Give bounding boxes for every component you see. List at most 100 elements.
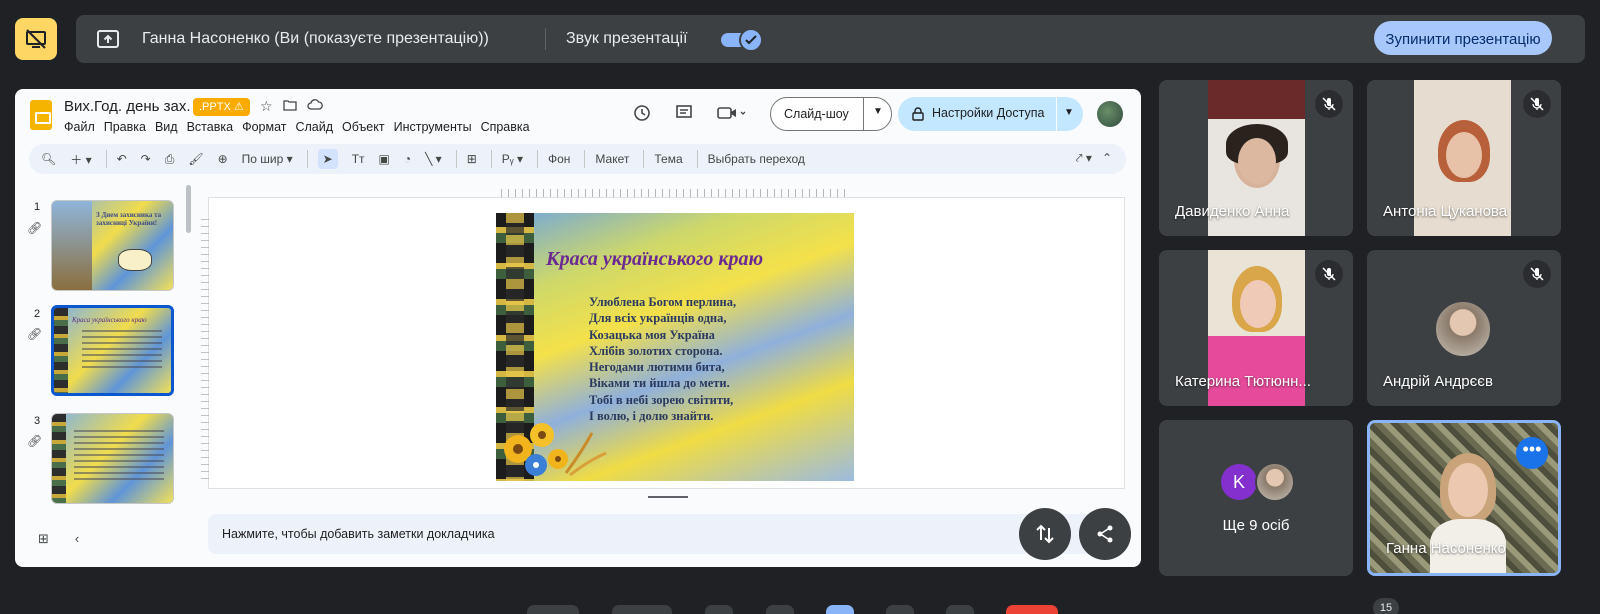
folder-move-icon[interactable] <box>282 98 297 115</box>
presenter-name: Ганна Насоненко (Ви (показуєте презентац… <box>142 30 489 47</box>
menu-object[interactable]: Объект <box>342 120 385 134</box>
present-screen-icon <box>97 30 119 48</box>
menu-bar: Файл Правка Вид Вставка Формат Слайд Объ… <box>64 120 539 134</box>
control-button[interactable] <box>766 605 794 614</box>
zoom-select[interactable]: По шир ▾ <box>242 152 293 166</box>
print-icon[interactable]: ⎙ <box>165 152 175 167</box>
line-icon[interactable]: ╲ ▾ <box>425 152 442 166</box>
collapse-filmstrip-icon[interactable]: ‹ <box>75 531 79 547</box>
lock-icon <box>912 107 924 124</box>
transition-button[interactable]: Выбрать переход <box>708 152 805 166</box>
layout-button[interactable]: Макет <box>595 152 629 166</box>
participant-name: Давиденко Анна <box>1175 203 1290 220</box>
select-cursor-icon[interactable]: ➤ <box>317 149 338 169</box>
more-participants-label: Ще 9 осіб <box>1222 517 1290 534</box>
account-avatar[interactable] <box>1097 101 1123 127</box>
slides-logo-icon[interactable] <box>30 100 52 130</box>
paperclip-icon: 🔗︎ <box>27 221 43 235</box>
divider <box>545 28 546 50</box>
menu-tools[interactable]: Инструменты <box>394 120 472 134</box>
editor-toolbar: 🔍︎ ＋ ▾ ↶ ↷ ⎙ 🖌︎ ⊕ По шир ▾ ➤ Tт ▣ ◔ ╲ ▾ … <box>29 144 1126 174</box>
stop-presenting-button[interactable]: Зупинити презентацію <box>1374 21 1552 55</box>
control-button[interactable] <box>886 605 914 614</box>
leave-call-button[interactable] <box>1006 605 1058 614</box>
presentation-sound-label: Звук презентації <box>566 30 688 47</box>
participant-name: Ганна Насоненко <box>1386 540 1506 557</box>
participant-name: Антоніа Цуканова <box>1383 203 1508 220</box>
chevron-down-icon[interactable]: ▼ <box>873 106 883 117</box>
version-history-icon[interactable] <box>632 103 652 123</box>
check-icon <box>745 35 757 45</box>
cloud-status-icon[interactable] <box>306 98 323 115</box>
text-box-icon[interactable]: Tт <box>352 152 365 166</box>
slide-thumbnail-1[interactable]: З Днем захисника та захисниці України! <box>51 200 174 291</box>
more-options-button[interactable]: ••• <box>1516 437 1548 469</box>
collapse-toolbar-icon[interactable]: ⤤ ▾ ⌃ <box>1076 151 1112 166</box>
menu-slide[interactable]: Слайд <box>295 120 333 134</box>
avatar <box>1255 462 1295 502</box>
menu-view[interactable]: Вид <box>155 120 178 134</box>
menu-help[interactable]: Справка <box>481 120 530 134</box>
share-button[interactable] <box>1079 508 1131 560</box>
participant-count-badge: 15 <box>1373 598 1399 614</box>
slide-thumbnail-3[interactable] <box>51 413 174 504</box>
meet-camera-icon[interactable] <box>716 103 746 123</box>
swap-layout-button[interactable] <box>1019 508 1071 560</box>
menu-insert[interactable]: Вставка <box>187 120 233 134</box>
control-button[interactable] <box>826 605 854 614</box>
control-button[interactable] <box>527 605 579 614</box>
document-title[interactable]: Вих.Год. день зах. <box>64 98 191 115</box>
star-icon[interactable]: ☆ <box>260 98 273 115</box>
swap-vertical-icon <box>1036 524 1054 544</box>
comments-icon[interactable] <box>674 103 694 123</box>
avatar <box>1434 300 1492 358</box>
control-button[interactable] <box>705 605 733 614</box>
canvas-scroll-indicator <box>648 496 688 498</box>
filmstrip-scrollbar[interactable] <box>186 185 191 233</box>
new-slide-icon[interactable]: ＋ ▾ <box>70 151 91 168</box>
screen-off-icon <box>26 29 46 49</box>
presenting-bar: Ганна Насоненко (Ви (показуєте презентац… <box>76 15 1585 63</box>
insert-comment-icon[interactable]: ⊞ <box>467 152 477 166</box>
self-participant-tile[interactable]: ••• Ганна Насоненко <box>1367 420 1561 576</box>
mic-off-icon <box>1523 90 1551 118</box>
undo-icon[interactable]: ↶ <box>117 152 127 166</box>
mic-off-icon <box>1315 260 1343 288</box>
speaker-notes-field[interactable]: Нажмите, чтобы добавить заметки докладчи… <box>208 514 1125 554</box>
share-access-button[interactable]: Настройки Доступа ▼ <box>898 97 1083 131</box>
current-slide[interactable]: Краса українського краю Улюблена Богом п… <box>496 213 854 481</box>
slideshow-button[interactable]: Слайд-шоу ▼ <box>770 97 892 131</box>
chevron-down-icon[interactable]: ▼ <box>1064 107 1074 118</box>
paint-format-icon[interactable]: 🖌︎ <box>188 152 203 166</box>
presentation-sound-toggle[interactable] <box>721 28 765 52</box>
slide-thumbnail-2[interactable]: Краса українського краю <box>51 305 174 396</box>
menu-format[interactable]: Формат <box>242 120 286 134</box>
participant-tile[interactable]: Андрій Андрєєв <box>1367 250 1561 406</box>
shape-icon[interactable]: ◔ <box>404 152 411 166</box>
grid-view-icon[interactable]: ⊞ <box>38 531 49 547</box>
participant-name: Катерина Тютюнн... <box>1175 373 1311 390</box>
slide-title[interactable]: Краса українського краю <box>546 248 763 271</box>
slide-number: 2 <box>34 308 41 320</box>
paperclip-icon: 🔗︎ <box>27 434 43 448</box>
text-style-icon[interactable]: Pᵧ ▾ <box>502 152 523 166</box>
theme-button[interactable]: Тема <box>654 152 682 166</box>
control-button[interactable] <box>946 605 974 614</box>
control-button[interactable] <box>612 605 672 614</box>
more-participants-tile[interactable]: K Ще 9 осіб <box>1159 420 1353 576</box>
zoom-icon[interactable]: ⊕ <box>218 152 228 166</box>
mic-off-icon <box>1315 90 1343 118</box>
menu-file[interactable]: Файл <box>64 120 95 134</box>
slide-poem[interactable]: Улюблена Богом перлина, Для всіх українц… <box>589 294 736 424</box>
horizontal-ruler <box>501 189 851 197</box>
background-button[interactable]: Фон <box>548 152 570 166</box>
menu-edit[interactable]: Правка <box>104 120 146 134</box>
insert-image-icon[interactable]: ▣ <box>379 152 390 166</box>
redo-icon[interactable]: ↷ <box>141 152 151 166</box>
vertical-ruler <box>201 219 209 479</box>
participant-tile[interactable]: Катерина Тютюнн... <box>1159 250 1353 406</box>
participant-tile[interactable]: Антоніа Цуканова <box>1367 80 1561 236</box>
participant-tile[interactable]: Давиденко Анна <box>1159 80 1353 236</box>
search-menus-icon[interactable]: 🔍︎ <box>41 152 56 166</box>
stop-sharing-icon[interactable] <box>15 18 57 60</box>
